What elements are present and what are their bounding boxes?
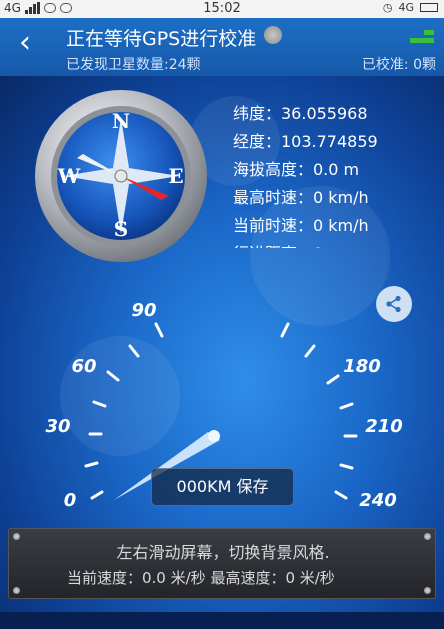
right-network-type: 4G (398, 1, 414, 14)
status-panel: 左右滑动屏幕，切换背景风格. 当前速度：0.0 米/秒 最高速度：0 米/秒 (8, 528, 436, 599)
compass-south: S (114, 217, 128, 241)
distance: 行进距离：0 m (233, 240, 378, 248)
status-time: 15:02 (203, 1, 241, 16)
speed-tick (339, 402, 354, 410)
save-button[interactable]: 000KM 保存 (151, 468, 294, 506)
latitude: 纬度：36.055968 (233, 104, 368, 123)
bottom-strip (0, 612, 444, 629)
title-bar: ‹ 正在等待GPS进行校准 已发现卫星数量:24颗 已校准: 0颗 (0, 18, 444, 76)
speed-tick (280, 322, 290, 338)
compass-north: N (112, 109, 130, 133)
satellites-calibrated: 已校准: 0颗 (361, 57, 436, 73)
longitude: 经度：103.774859 (233, 132, 378, 151)
speed-summary: 当前速度：0.0 米/秒 最高速度：0 米/秒 (67, 569, 335, 587)
alarm-icon: ◷ (382, 1, 393, 14)
speed-label-240: 240 (359, 490, 397, 511)
speed-label-90: 90 (131, 300, 156, 321)
speed-label-180: 180 (343, 356, 381, 377)
speed-tick (106, 370, 120, 382)
back-arrow-icon[interactable]: ‹ (10, 26, 40, 62)
speed-tick (90, 490, 104, 500)
needle-tip (208, 430, 220, 442)
battery-icon (420, 3, 438, 12)
share-icon (386, 295, 401, 313)
satellites-found: 已发现卫星数量:24颗 (66, 57, 201, 73)
rivet (13, 587, 20, 594)
speed-label-60: 60 (71, 356, 96, 377)
speed-tick (326, 374, 340, 385)
compass-west: W (57, 164, 81, 188)
rivet (424, 587, 431, 594)
speed-tick (128, 344, 140, 358)
gps-info-panel: 纬度：36.055968 经度：103.774859 海拔高度：0.0 m 最高… (233, 100, 378, 248)
altitude: 海拔高度：0.0 m (233, 160, 360, 179)
compass: N S E W (35, 90, 207, 262)
speed-tick (92, 400, 107, 408)
main-area[interactable]: N S E W 纬度：36.055968 经度：103.774859 海拔高度：… (0, 76, 444, 629)
page-title: 正在等待GPS进行校准 (66, 28, 257, 50)
speed-tick (339, 463, 354, 470)
share-button[interactable] (376, 286, 412, 322)
speed-tick (304, 344, 316, 358)
status-bar: 4G 15:02 ◷ 4G (0, 0, 444, 18)
gps-status-icon (264, 26, 282, 44)
speed-label-0: 0 (64, 490, 77, 511)
swipe-hint: 左右滑动屏幕，切换背景风格. (116, 543, 330, 562)
speed-tick (154, 322, 164, 338)
current-speed: 当前时速：0 km/h (233, 216, 369, 235)
max-speed: 最高时速：0 km/h (233, 188, 369, 207)
speed-tick (84, 461, 99, 468)
speed-tick (334, 490, 348, 500)
speed-label-30: 30 (45, 416, 70, 437)
compass-east: E (168, 164, 183, 188)
speed-label-210: 210 (365, 416, 403, 437)
signal-strength-icon (410, 30, 434, 43)
